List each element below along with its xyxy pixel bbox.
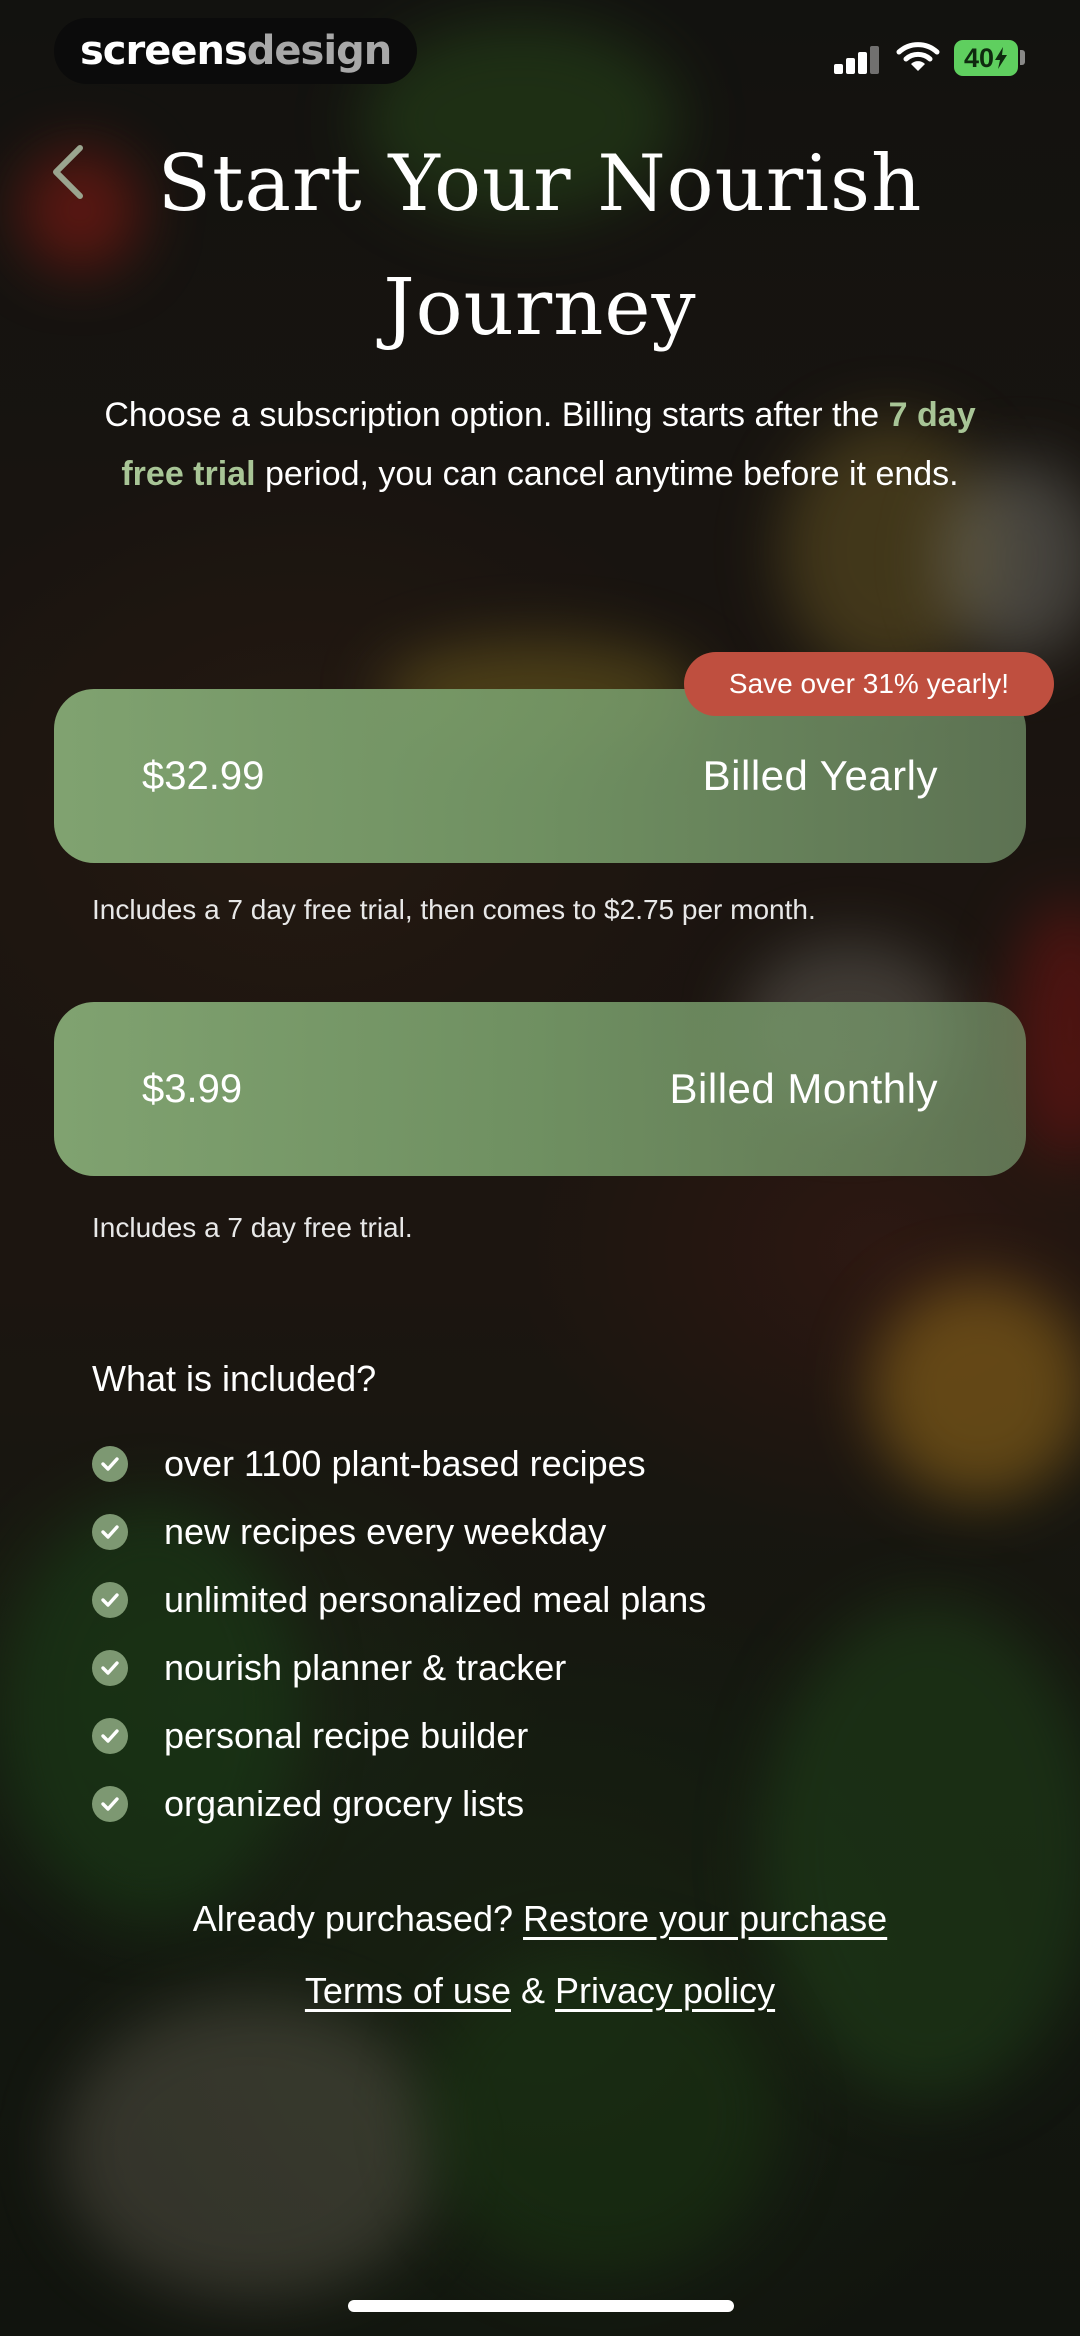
feature-item: over 1100 plant-based recipes <box>92 1430 706 1498</box>
check-circle-icon <box>92 1718 128 1754</box>
feature-label: nourish planner & tracker <box>164 1647 567 1688</box>
yearly-period: Billed Yearly <box>702 752 938 799</box>
feature-label: personal recipe builder <box>164 1715 529 1756</box>
battery-level: 40 <box>963 42 995 73</box>
save-badge: Save over 31% yearly! <box>684 652 1054 716</box>
check-circle-icon <box>92 1446 128 1482</box>
legal-row: Terms of use & Privacy policy <box>0 1970 1080 2012</box>
battery-icon: 40 <box>954 40 1018 76</box>
feature-item: nourish planner & tracker <box>92 1634 706 1702</box>
check-circle-icon <box>92 1650 128 1686</box>
restore-purchase-link[interactable]: Restore your purchase <box>523 1898 887 1939</box>
check-circle-icon <box>92 1582 128 1618</box>
yearly-plan-note: Includes a 7 day free trial, then comes … <box>92 894 816 925</box>
battery-cap <box>1020 50 1025 65</box>
restore-prompt: Already purchased? <box>192 1898 513 1939</box>
status-bar: screens design 40 <box>0 0 1080 110</box>
page-title: Start Your Nourish Journey <box>157 139 923 353</box>
feature-label: unlimited personalized meal plans <box>164 1579 707 1620</box>
feature-item: organized grocery lists <box>92 1770 706 1838</box>
legal-separator: & <box>521 1970 546 2011</box>
brand-watermark: screens design <box>54 18 418 84</box>
feature-label: organized grocery lists <box>164 1783 525 1824</box>
feature-label: over 1100 plant-based recipes <box>164 1443 646 1484</box>
wifi-icon <box>896 42 940 71</box>
cellular-signal-icon <box>834 44 882 74</box>
feature-item: personal recipe builder <box>92 1702 706 1770</box>
brand-part-2: design <box>246 28 392 74</box>
privacy-policy-link[interactable]: Privacy policy <box>555 1970 775 2011</box>
monthly-plan-button[interactable]: $3.99 Billed Monthly <box>54 1002 1026 1176</box>
charging-bolt-icon <box>995 47 1008 69</box>
brand-part-1: screens <box>80 28 248 74</box>
home-indicator[interactable] <box>348 2300 734 2312</box>
subtitle-text: Choose a subscription option. Billing st… <box>104 396 889 434</box>
feature-item: new recipes every weekday <box>92 1498 706 1566</box>
subtitle-text-end: period, you can cancel anytime before it… <box>255 455 959 493</box>
terms-of-use-link[interactable]: Terms of use <box>305 1970 511 2011</box>
check-circle-icon <box>92 1514 128 1550</box>
subtitle: Choose a subscription option. Billing st… <box>70 386 1010 504</box>
included-heading: What is included? <box>92 1358 377 1399</box>
feature-list: over 1100 plant-based recipes new recipe… <box>92 1430 706 1838</box>
check-circle-icon <box>92 1786 128 1822</box>
monthly-period: Billed Monthly <box>669 1065 938 1112</box>
monthly-plan-note: Includes a 7 day free trial. <box>92 1212 413 1243</box>
feature-item: unlimited personalized meal plans <box>92 1566 706 1634</box>
feature-label: new recipes every weekday <box>164 1511 607 1552</box>
yearly-price: $32.99 <box>142 753 265 798</box>
restore-row: Already purchased? Restore your purchase <box>0 1898 1080 1940</box>
chevron-left-icon[interactable] <box>46 142 90 202</box>
monthly-price: $3.99 <box>142 1066 243 1111</box>
